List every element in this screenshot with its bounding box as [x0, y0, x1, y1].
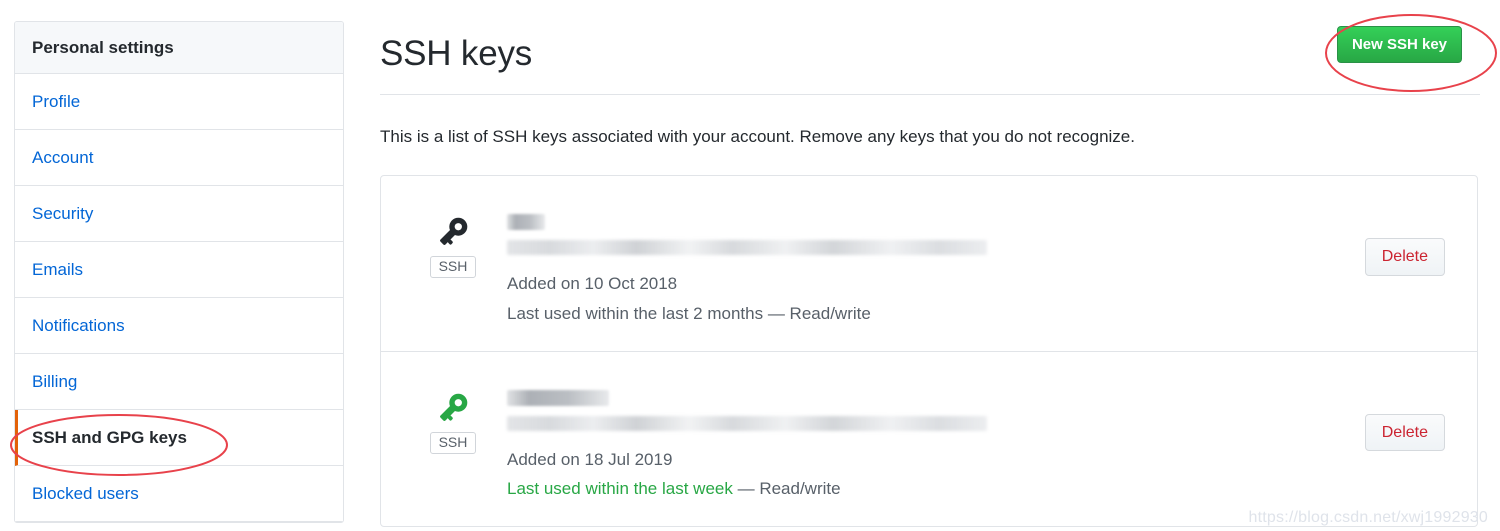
key-actions: Delete: [1364, 374, 1457, 452]
key-permission: — Read/write: [767, 303, 871, 323]
sidebar-item-security[interactable]: Security: [15, 186, 343, 242]
sidebar-item-profile[interactable]: Profile: [15, 74, 343, 130]
key-last-used: Last used within the last 2 months — Rea…: [507, 299, 1365, 329]
sidebar-item-emails[interactable]: Emails: [15, 242, 343, 298]
key-icon: [440, 393, 468, 421]
key-fingerprint-redacted: [507, 240, 987, 255]
key-last-used-text: Last used within the last 2 months: [507, 303, 764, 323]
key-added-date: Added on 18 Jul 2019: [507, 449, 673, 469]
key-added-date: Added on 10 Oct 2018: [507, 274, 678, 293]
key-actions: Delete: [1364, 198, 1457, 276]
sidebar-item-account[interactable]: Account: [15, 130, 343, 186]
key-details: Added on 18 Jul 2019 Last used within th…: [489, 374, 1365, 505]
settings-page: Personal settings Profile Account Securi…: [0, 0, 1500, 531]
sidebar-item-label: Security: [32, 204, 94, 223]
sidebar-item-label: Billing: [32, 372, 78, 391]
settings-sidebar: Personal settings Profile Account Securi…: [14, 21, 344, 523]
sidebar-item-label: Account: [32, 148, 94, 167]
sidebar-item-billing[interactable]: Billing: [15, 354, 343, 410]
ssh-badge: SSH: [429, 431, 477, 454]
sidebar-item-ssh-and-gpg-keys[interactable]: SSH and GPG keys: [15, 410, 343, 466]
page-description: This is a list of SSH keys associated wi…: [380, 127, 1135, 146]
ssh-key-list: SSH Added on 10 Oct 2018 Last used withi…: [380, 175, 1478, 527]
delete-key-button[interactable]: Delete: [1364, 413, 1445, 452]
key-details: Added on 10 Oct 2018 Last used within th…: [489, 198, 1365, 329]
sidebar-item-label: Profile: [32, 92, 81, 111]
ssh-badge: SSH: [429, 256, 477, 279]
key-permission: — Read/write: [737, 479, 841, 499]
page-title: SSH keys: [380, 34, 533, 73]
main-content: SSH keys New SSH key This is a list of S…: [380, 0, 1480, 531]
key-icon-column: SSH: [417, 198, 489, 279]
sidebar-item-blocked-users[interactable]: Blocked users: [15, 466, 343, 522]
key-title-redacted: [507, 214, 545, 230]
ssh-key-row: SSH Added on 18 Jul 2019 Last used withi…: [381, 352, 1477, 527]
sidebar-item-label: Blocked users: [32, 484, 139, 503]
sidebar-item-notifications[interactable]: Notifications: [15, 298, 343, 354]
key-last-used-text: Last used within the last week: [507, 479, 733, 499]
key-icon: [440, 217, 468, 245]
watermark: https://blog.csdn.net/xwj1992930: [1248, 509, 1488, 526]
key-title-redacted: [507, 389, 609, 406]
key-last-used: Last used within the last week — Read/wr…: [507, 474, 1365, 504]
delete-key-button[interactable]: Delete: [1364, 238, 1445, 276]
sidebar-item-label: Emails: [32, 260, 84, 279]
page-header: SSH keys New SSH key: [380, 22, 1480, 95]
ssh-key-row: SSH Added on 10 Oct 2018 Last used withi…: [381, 176, 1477, 352]
new-ssh-key-button[interactable]: New SSH key: [1336, 26, 1462, 63]
key-icon-column: SSH: [417, 374, 489, 454]
key-fingerprint-redacted: [507, 415, 987, 431]
sidebar-item-label: Notifications: [32, 316, 125, 335]
sidebar-header: Personal settings: [15, 22, 343, 74]
sidebar-item-label: SSH and GPG keys: [32, 428, 187, 447]
